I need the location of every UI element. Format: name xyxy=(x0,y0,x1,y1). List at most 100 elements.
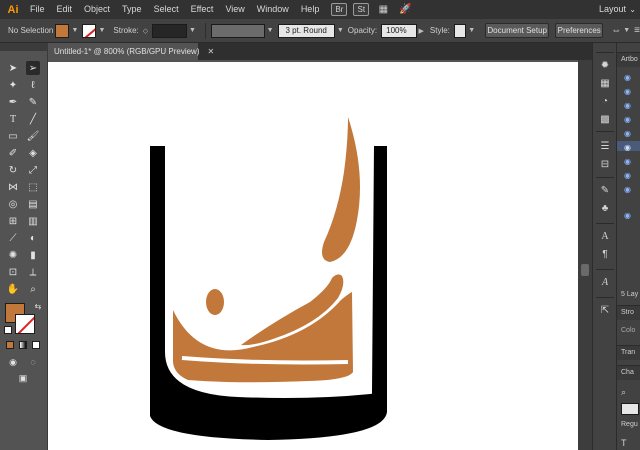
align-icon[interactable]: ⇔ xyxy=(611,25,621,36)
screen-mode-icon[interactable]: ▣ xyxy=(16,371,30,385)
zoom-tool-icon[interactable]: ⌕ xyxy=(26,282,40,296)
arrange-documents-icon[interactable]: ▦ xyxy=(375,3,391,16)
appearance-panel-icon[interactable]: ⊟ xyxy=(598,157,612,171)
gradient-tool-icon[interactable]: ▥ xyxy=(26,214,40,228)
graphic-style-swatch[interactable] xyxy=(453,23,467,38)
lasso-tool-icon[interactable]: ℓ xyxy=(26,78,40,92)
line-tool-icon[interactable]: ╱ xyxy=(26,112,40,126)
paintbrush-tool-icon[interactable]: 🖌 xyxy=(26,129,40,143)
opentype-panel-icon[interactable]: A xyxy=(598,275,612,289)
selection-tool-icon[interactable]: ➤ xyxy=(6,61,20,75)
artboard-tool-icon[interactable]: ⊡ xyxy=(6,265,20,279)
menu-object[interactable]: Object xyxy=(78,0,116,19)
scale-tool-icon[interactable]: ⤢ xyxy=(26,163,40,177)
symbol-sprayer-tool-icon[interactable]: ✺ xyxy=(6,248,20,262)
visibility-eye-icon[interactable]: ◉ xyxy=(624,157,631,166)
vertical-scrollbar[interactable] xyxy=(578,60,592,450)
draw-normal-icon[interactable]: ◉ xyxy=(6,355,20,369)
gradient-mode-icon[interactable] xyxy=(19,341,27,349)
width-tool-icon[interactable]: ⋈ xyxy=(6,180,20,194)
stroke-weight-field[interactable] xyxy=(152,23,187,38)
brushes-panel-icon[interactable]: ✎ xyxy=(598,183,612,197)
stroke-color-box[interactable] xyxy=(15,314,35,334)
rotate-tool-icon[interactable]: ↻ xyxy=(6,163,20,177)
fill-swatch[interactable] xyxy=(55,23,70,38)
visibility-eye-icon[interactable]: ◉ xyxy=(624,101,631,110)
stroke-panel-header[interactable]: Stro xyxy=(617,305,640,320)
menu-window[interactable]: Window xyxy=(251,0,295,19)
document-tab[interactable]: Untitled-1* @ 800% (RGB/GPU Preview) ✕ xyxy=(48,43,214,60)
menu-type[interactable]: Type xyxy=(116,0,148,19)
visibility-eye-icon[interactable]: ◉ xyxy=(624,115,631,124)
curvature-tool-icon[interactable]: ✎ xyxy=(26,95,40,109)
type-tool-icon[interactable]: T xyxy=(6,112,20,126)
brush-definition[interactable]: 3 pt. Round xyxy=(277,23,335,38)
color-mode-icon[interactable] xyxy=(6,341,14,349)
stroke-panel-icon[interactable]: ▩ xyxy=(598,112,612,126)
menu-help[interactable]: Help xyxy=(295,0,326,19)
chevron-down-icon[interactable]: ▼ xyxy=(337,27,344,34)
menu-view[interactable]: View xyxy=(219,0,250,19)
document-setup-button[interactable]: Document Setup xyxy=(485,23,550,38)
panel-menu-icon[interactable]: ≡ xyxy=(634,25,640,36)
draw-behind-icon[interactable]: ◌ xyxy=(26,355,40,369)
chevron-down-icon[interactable]: ⌄ xyxy=(629,0,636,19)
variable-width-profile[interactable] xyxy=(210,23,265,38)
pen-tool-icon[interactable]: ✒ xyxy=(6,95,20,109)
chevron-down-icon[interactable]: ▼ xyxy=(267,27,274,34)
menu-effect[interactable]: Effect xyxy=(185,0,220,19)
artboards-panel-header[interactable]: Artbo xyxy=(617,52,640,67)
mesh-tool-icon[interactable]: ⊞ xyxy=(6,214,20,228)
chevron-right-icon[interactable]: ▶ xyxy=(419,27,424,35)
swatches-panel-icon[interactable]: ▦ xyxy=(598,76,612,90)
default-colors-icon[interactable] xyxy=(4,326,12,334)
slice-tool-icon[interactable]: ⟂ xyxy=(26,265,40,279)
visibility-eye-icon[interactable]: ◉ xyxy=(624,143,631,152)
visibility-eye-icon[interactable]: ◉ xyxy=(624,129,631,138)
character-panel-header[interactable]: Cha xyxy=(617,365,640,380)
none-mode-icon[interactable] xyxy=(32,341,40,349)
character-panel-icon[interactable]: A xyxy=(598,229,612,243)
visibility-eye-icon[interactable]: ◉ xyxy=(624,171,631,180)
stroke-swatch[interactable] xyxy=(82,23,97,38)
blend-tool-icon[interactable]: ◐ xyxy=(26,231,40,245)
chevron-down-icon[interactable]: ▼ xyxy=(71,27,78,34)
menu-edit[interactable]: Edit xyxy=(51,0,79,19)
stock-button[interactable]: St xyxy=(353,3,370,16)
chevron-down-icon[interactable]: ▼ xyxy=(623,27,630,34)
font-search-icon[interactable]: ⌕ xyxy=(621,387,626,398)
export-panel-icon[interactable]: ⇱ xyxy=(598,303,612,317)
font-size-icon[interactable]: T xyxy=(621,438,627,448)
visibility-eye-icon[interactable]: ◉ xyxy=(624,73,631,82)
bridge-button[interactable]: Br xyxy=(331,3,348,16)
shape-builder-tool-icon[interactable]: ◎ xyxy=(6,197,20,211)
artboard[interactable] xyxy=(48,62,578,450)
visibility-eye-icon[interactable]: ◉ xyxy=(624,87,631,96)
stepper-icon[interactable]: ◇ xyxy=(143,27,148,35)
paragraph-panel-icon[interactable]: ¶ xyxy=(598,247,612,261)
menu-select[interactable]: Select xyxy=(148,0,185,19)
shaper-tool-icon[interactable]: ✐ xyxy=(6,146,20,160)
layers-panel-icon[interactable]: ☰ xyxy=(598,139,612,153)
symbols-panel-icon[interactable]: ♣ xyxy=(598,201,612,215)
perspective-grid-tool-icon[interactable]: ▤ xyxy=(26,197,40,211)
chevron-down-icon[interactable]: ▼ xyxy=(189,27,196,34)
visibility-eye-icon[interactable]: ◉ xyxy=(624,185,631,194)
transform-panel-header[interactable]: Tran xyxy=(617,345,640,360)
preferences-button[interactable]: Preferences xyxy=(555,23,604,38)
column-graph-tool-icon[interactable]: ▮ xyxy=(26,248,40,262)
whiskey-glass-artwork[interactable] xyxy=(48,62,578,450)
rectangle-tool-icon[interactable]: ▭ xyxy=(6,129,20,143)
close-icon[interactable]: ✕ xyxy=(208,47,215,56)
magic-wand-tool-icon[interactable]: ✦ xyxy=(6,78,20,92)
chevron-down-icon[interactable]: ▼ xyxy=(468,27,475,34)
color-guide-icon[interactable]: ◔ xyxy=(598,94,612,108)
scrollbar-thumb[interactable] xyxy=(581,264,589,276)
workspace-switcher[interactable]: Layout xyxy=(599,0,626,19)
eyedropper-tool-icon[interactable]: ⟋ xyxy=(6,231,20,245)
visibility-eye-icon[interactable]: ◉ xyxy=(624,211,631,220)
direct-selection-tool-icon[interactable]: ➢ xyxy=(26,61,40,75)
font-family-field[interactable] xyxy=(621,403,639,415)
canvas-area[interactable] xyxy=(48,60,592,450)
eraser-tool-icon[interactable]: ◈ xyxy=(26,146,40,160)
